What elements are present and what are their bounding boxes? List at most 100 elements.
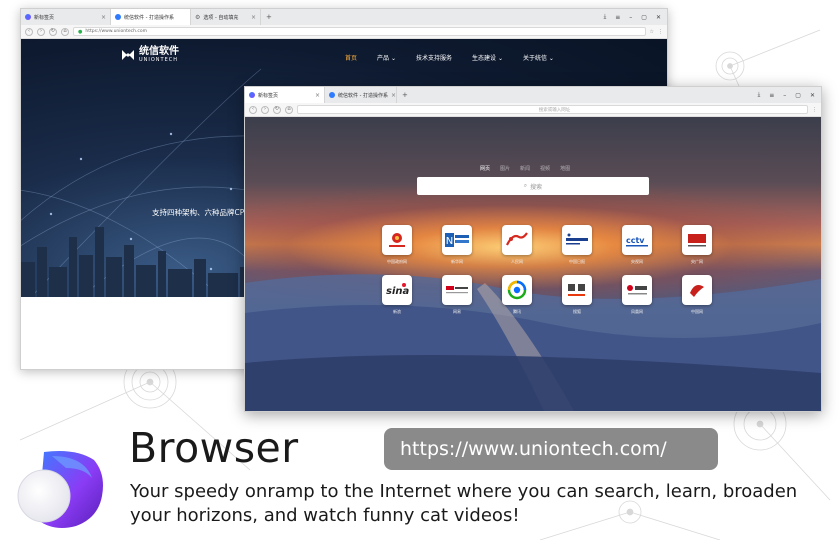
- nav-products[interactable]: 产品 ⌄: [377, 53, 396, 62]
- search-tab-images[interactable]: 图片: [500, 165, 510, 172]
- uniontech-logo-icon: [122, 50, 134, 60]
- search-tab-video[interactable]: 视频: [540, 165, 550, 172]
- new-tab-button[interactable]: +: [397, 91, 413, 99]
- tab-label: 统信软件 - 打造操作系: [124, 14, 174, 21]
- search-tab-news[interactable]: 新闻: [520, 165, 530, 172]
- gov-emblem-icon: [382, 225, 412, 255]
- site-name: 人民网: [511, 259, 523, 264]
- site-tile-netease[interactable]: 网易: [427, 275, 487, 315]
- nav-support[interactable]: 技术支持服务: [416, 53, 452, 62]
- cnr-icon: [682, 225, 712, 255]
- download-icon[interactable]: ⤓: [604, 13, 607, 21]
- site-tile-xinhua[interactable]: N 新华网: [427, 225, 487, 265]
- extensions-icon[interactable]: ⋮: [658, 29, 663, 35]
- xinhua-news-icon: N: [442, 225, 472, 255]
- forward-arrow-icon[interactable]: ›: [261, 105, 269, 114]
- app-url-text: https://www.uniontech.com/: [400, 438, 667, 460]
- uniontech-logo[interactable]: 统信软件 UNIONTECH: [121, 47, 179, 63]
- reload-icon[interactable]: ↻: [49, 27, 57, 36]
- close-window-icon[interactable]: ✕: [810, 92, 815, 99]
- front-tab-bar: 新标签页 × 统信软件 - 打造操作系 × + ⤓ ≡ – ▢ ✕: [245, 87, 821, 103]
- logo-english: UNIONTECH: [139, 57, 179, 63]
- svg-text:sina: sina: [386, 286, 409, 297]
- ifeng-icon: [622, 275, 652, 305]
- search-input[interactable]: ⌕ 搜索: [417, 177, 649, 195]
- search-tab-map[interactable]: 地图: [560, 165, 570, 172]
- sina-icon: sina: [382, 275, 412, 305]
- search-engine-tabs: 网页 图片 新闻 视频 地图: [480, 165, 570, 172]
- people-daily-icon: [502, 225, 532, 255]
- uniontech-icon: [329, 92, 335, 98]
- back-arrow-icon[interactable]: ‹: [25, 27, 33, 36]
- site-name: 新华网: [451, 259, 463, 264]
- tab-label: 新标签页: [258, 92, 279, 99]
- site-tile-chinanet[interactable]: 中国网: [667, 275, 727, 315]
- search-tab-web[interactable]: 网页: [480, 165, 490, 172]
- bookmark-star-icon[interactable]: ☆: [650, 29, 654, 35]
- city-skyline-graphic: [21, 227, 261, 297]
- tab-label: 选项 - 自动填充: [203, 14, 239, 21]
- back-tab-settings[interactable]: ⚙ 选项 - 自动填充 ×: [191, 9, 261, 25]
- url-field[interactable]: 搜索或输入网址: [297, 105, 808, 114]
- url-field[interactable]: ● https://www.uniontech.com: [73, 27, 646, 36]
- site-name: 中国政府网: [387, 259, 407, 264]
- front-tab-new[interactable]: 新标签页 ×: [245, 87, 325, 103]
- site-name: 新浪: [393, 309, 401, 314]
- site-tile-gov[interactable]: 中国政府网: [367, 225, 427, 265]
- menu-icon[interactable]: ≡: [615, 14, 620, 21]
- back-arrow-icon[interactable]: ‹: [249, 105, 257, 114]
- site-tile-chinadaily[interactable]: 中国日报: [547, 225, 607, 265]
- nav-about[interactable]: 关于统信 ⌄: [523, 53, 554, 62]
- back-address-bar: ‹ › ↻ ⌂ ● https://www.uniontech.com ☆ ⋮: [21, 25, 667, 39]
- site-tile-cctv[interactable]: cctv 央视网: [607, 225, 667, 265]
- close-icon[interactable]: ×: [315, 92, 320, 99]
- minimize-icon[interactable]: –: [629, 14, 632, 21]
- forward-arrow-icon[interactable]: ›: [37, 27, 45, 36]
- window-controls: ⤓ ≡ – ▢ ✕: [758, 87, 815, 103]
- download-icon[interactable]: ⤓: [758, 91, 761, 99]
- close-window-icon[interactable]: ✕: [656, 14, 661, 21]
- menu-icon[interactable]: ≡: [769, 92, 774, 99]
- nav-ecosystem[interactable]: 生态建设 ⌄: [472, 53, 503, 62]
- site-tile-people[interactable]: 人民网: [487, 225, 547, 265]
- home-icon[interactable]: ⌂: [285, 105, 293, 114]
- logo-chinese: 统信软件: [139, 46, 179, 57]
- screenshot-stage: 新标签页 × 统信软件 - 打造操作系 ⚙ 选项 - 自动填充 × + ⤓ ≡ …: [0, 0, 840, 540]
- url-text: https://www.uniontech.com: [85, 29, 148, 34]
- extensions-icon[interactable]: ⋮: [812, 107, 817, 113]
- app-url-badge: https://www.uniontech.com/: [384, 428, 718, 470]
- back-tab-uniontech[interactable]: 统信软件 - 打造操作系: [111, 9, 191, 25]
- site-tile-ifeng[interactable]: 凤凰网: [607, 275, 667, 315]
- chevron-down-icon: ⌄: [497, 55, 503, 62]
- front-tab-uniontech[interactable]: 统信软件 - 打造操作系 ×: [325, 87, 397, 103]
- site-tile-sohu[interactable]: 搜狐: [547, 275, 607, 315]
- close-icon[interactable]: ×: [391, 92, 396, 99]
- chevron-down-icon: ⌄: [390, 55, 396, 62]
- site-name: 搜狐: [573, 309, 581, 314]
- minimize-icon[interactable]: –: [783, 92, 786, 99]
- browser-app-icon: [17, 451, 103, 528]
- site-tile-tencent[interactable]: 腾讯: [487, 275, 547, 315]
- maximize-icon[interactable]: ▢: [795, 92, 801, 99]
- site-name: 中国日报: [569, 259, 585, 264]
- nav-home[interactable]: 首页: [345, 53, 357, 62]
- site-name: 腾讯: [513, 309, 521, 314]
- app-description: Your speedy onramp to the Internet where…: [130, 481, 798, 526]
- front-address-bar: ‹ › ↻ ⌂ 搜索或输入网址 ⋮: [245, 103, 821, 117]
- site-name: 央广网: [691, 259, 703, 264]
- cctv-icon: cctv: [622, 225, 652, 255]
- back-tab-new[interactable]: 新标签页 ×: [21, 9, 111, 25]
- china-net-icon: [682, 275, 712, 305]
- close-icon[interactable]: ×: [101, 14, 106, 21]
- maximize-icon[interactable]: ▢: [641, 14, 647, 21]
- site-tile-cnr[interactable]: 央广网: [667, 225, 727, 265]
- app-title: Browser: [129, 424, 299, 472]
- reload-icon[interactable]: ↻: [273, 105, 281, 114]
- close-icon[interactable]: ×: [251, 14, 256, 21]
- site-tile-sina[interactable]: sina 新浪: [367, 275, 427, 315]
- svg-text:N: N: [446, 236, 453, 247]
- new-tab-button[interactable]: +: [261, 13, 277, 21]
- home-icon[interactable]: ⌂: [61, 27, 69, 36]
- speed-dial-grid: 中国政府网 N 新华网 人民网 中国日报 cctv 央视网 央广网 sina 新…: [367, 225, 712, 315]
- site-name: 中国网: [691, 309, 703, 314]
